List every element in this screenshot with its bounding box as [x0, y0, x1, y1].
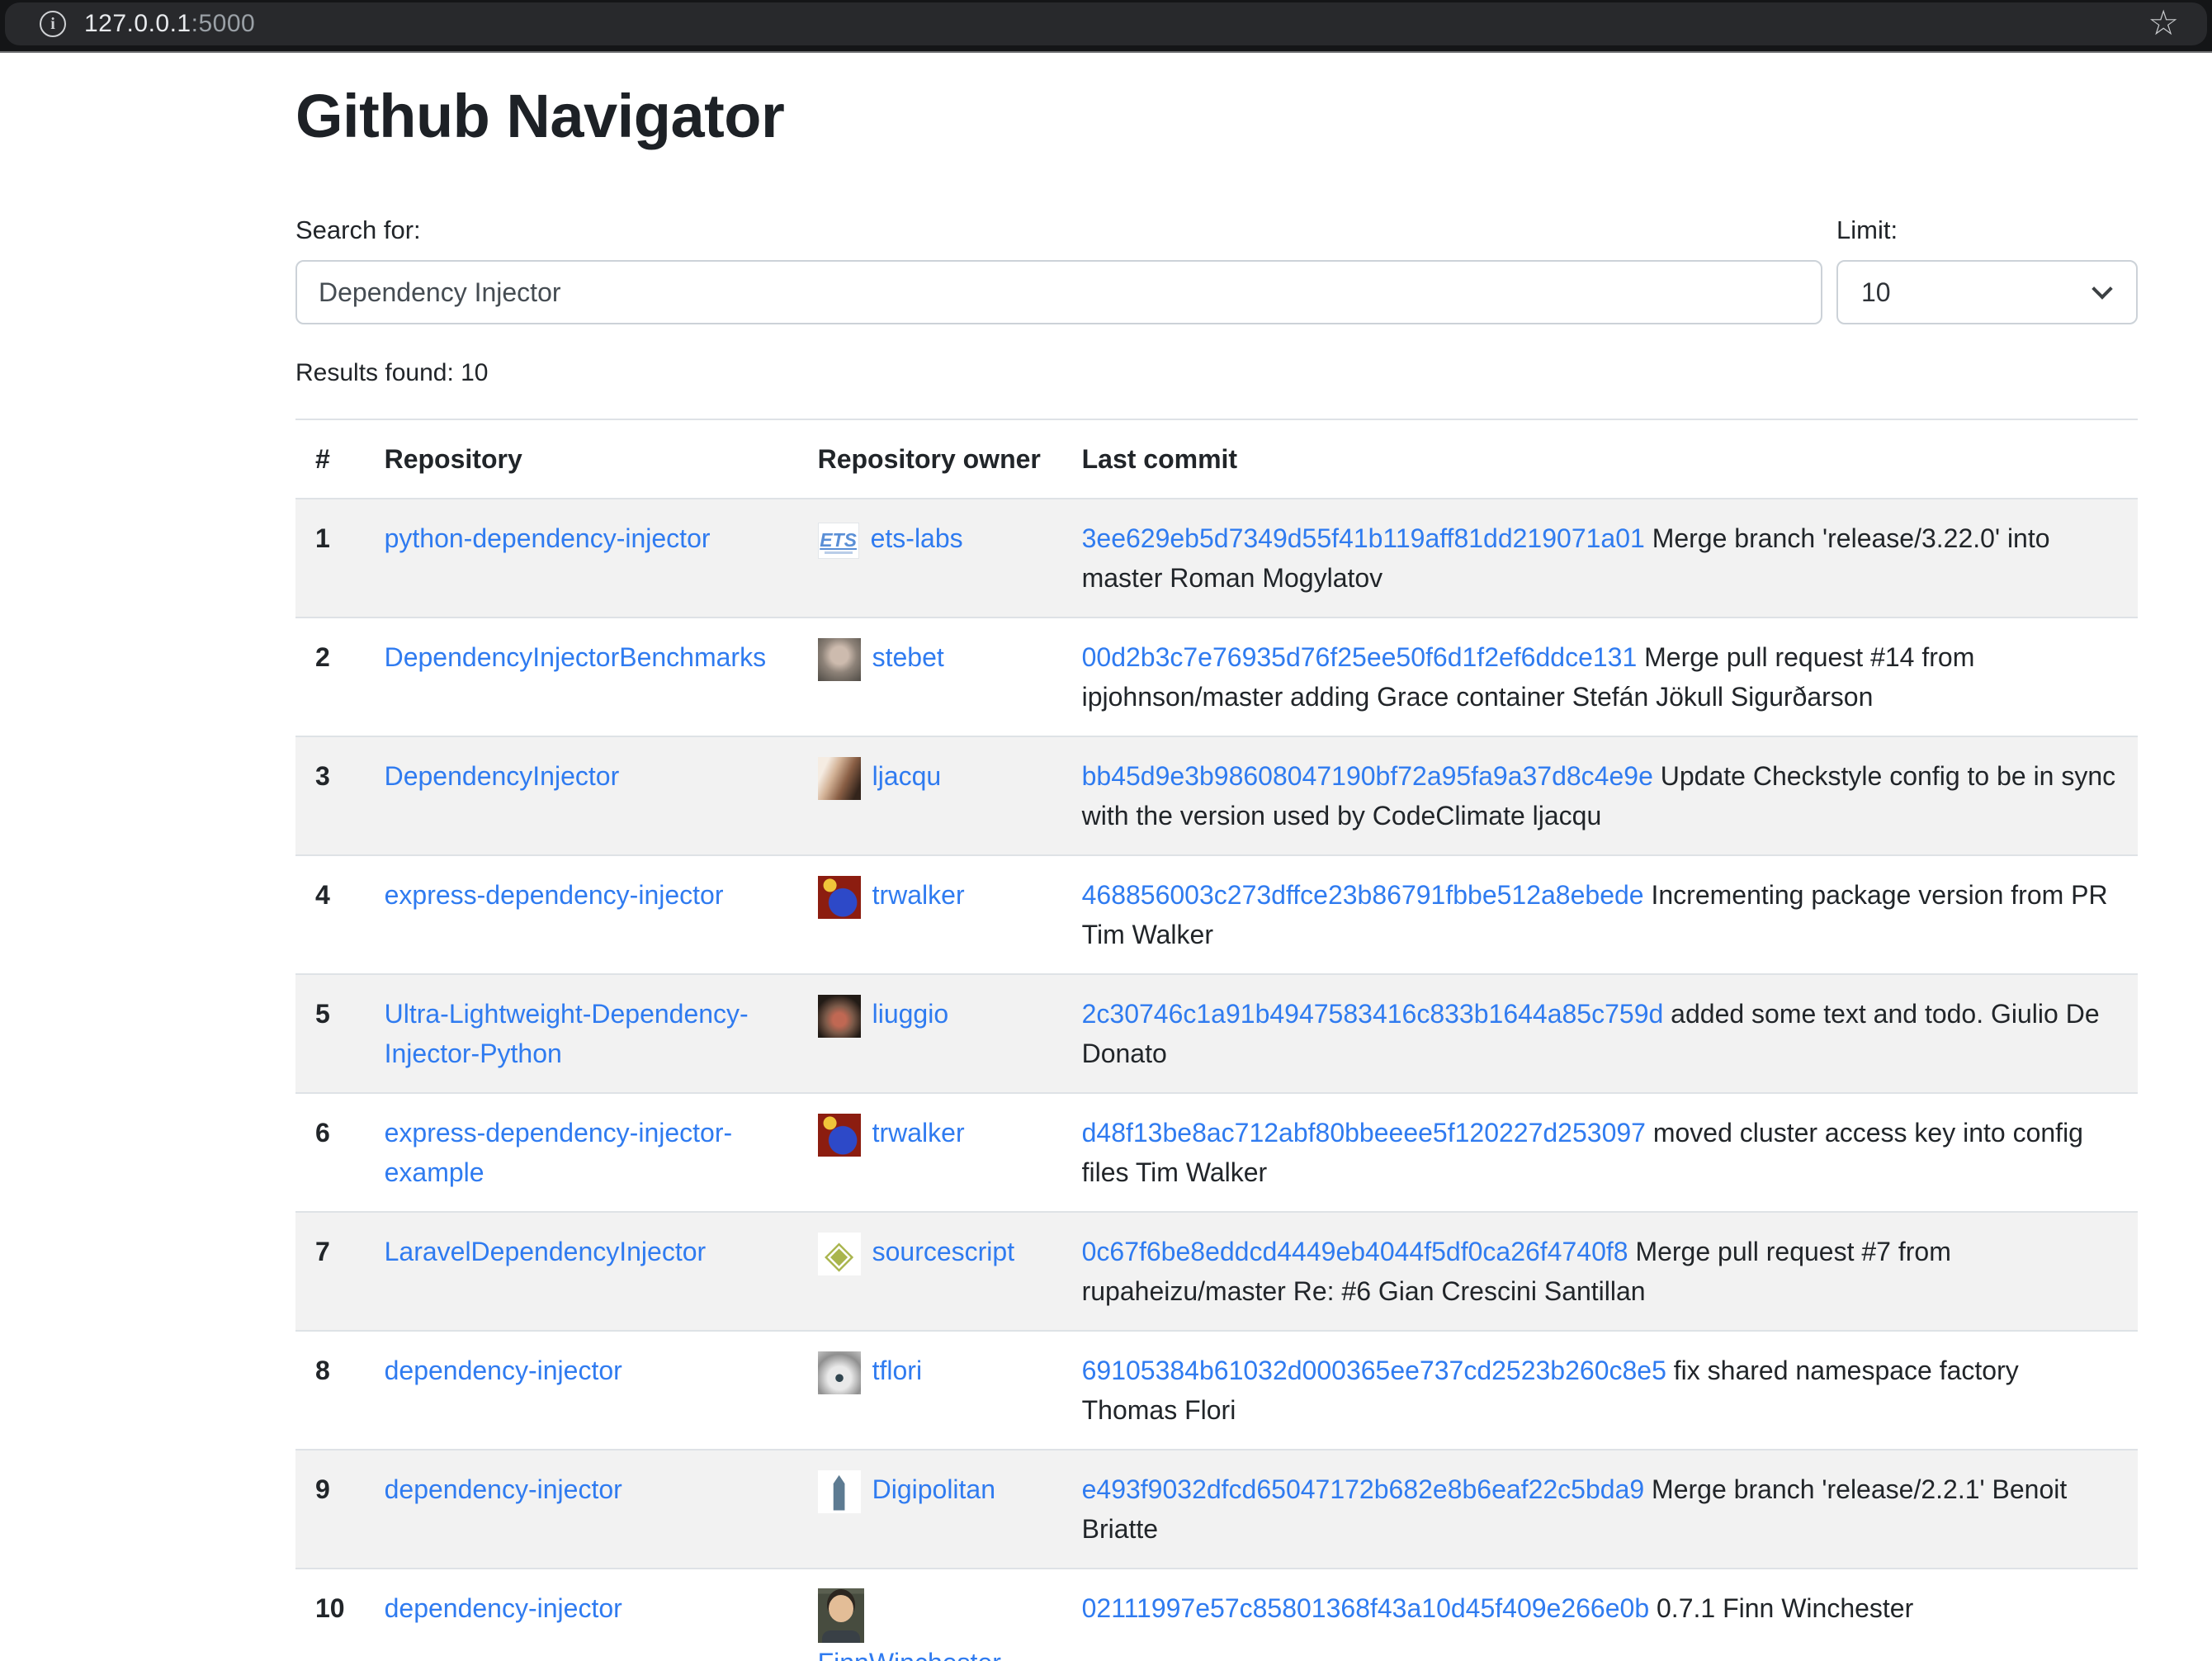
row-number: 10	[295, 1569, 365, 1661]
page-container: Github Navigator Search for: Limit: 10 R…	[295, 81, 2138, 1661]
results-count: Results found: 10	[295, 359, 2138, 387]
bookmark-star-icon[interactable]: ☆	[2148, 6, 2179, 40]
url-text: 127.0.0.1:5000	[84, 10, 255, 38]
table-row: 7 LaravelDependencyInjector ◈ sourcescrip…	[295, 1212, 2138, 1331]
row-number: 7	[295, 1212, 365, 1331]
table-row: 4 express-dependency-injector trwalker 4…	[295, 855, 2138, 974]
repository-link[interactable]: LaravelDependencyInjector	[385, 1237, 707, 1266]
header-last-commit: Last commit	[1062, 419, 2138, 499]
owner-link[interactable]: liuggio	[872, 999, 949, 1029]
owner-avatar: ETS	[818, 523, 859, 559]
table-row: 2 DependencyInjectorBenchmarks stebet 00…	[295, 618, 2138, 736]
page-title: Github Navigator	[295, 81, 2138, 151]
owner-avatar-glyph	[830, 1475, 848, 1511]
owner-avatar	[818, 1114, 861, 1157]
row-number: 4	[295, 855, 365, 974]
owner-link[interactable]: Digipolitan	[872, 1474, 995, 1504]
repository-link[interactable]: express-dependency-injector-example	[385, 1118, 733, 1187]
repository-link[interactable]: python-dependency-injector	[385, 523, 711, 553]
row-number: 1	[295, 499, 365, 618]
search-input[interactable]	[295, 260, 1822, 324]
table-header-row: # Repository Repository owner Last commi…	[295, 419, 2138, 499]
header-number: #	[295, 419, 365, 499]
row-number: 8	[295, 1331, 365, 1450]
owner-avatar	[818, 1588, 864, 1643]
commit-hash-link[interactable]: 0c67f6be8eddcd4449eb4044f5df0ca26f4740f8	[1082, 1237, 1628, 1266]
owner-link[interactable]: trwalker	[872, 1118, 965, 1148]
repository-link[interactable]: Ultra-Lightweight-Dependency-Injector-Py…	[385, 999, 749, 1068]
commit-hash-link[interactable]: 69105384b61032d000365ee737cd2523b260c8e5	[1082, 1356, 1666, 1385]
owner-link[interactable]: tflori	[872, 1356, 922, 1385]
table-row: 5 Ultra-Lightweight-Dependency-Injector-…	[295, 974, 2138, 1093]
table-row: 9 dependency-injector Digipolitan e493f9…	[295, 1450, 2138, 1569]
commit-hash-link[interactable]: d48f13be8ac712abf80bbeeee5f120227d253097	[1082, 1118, 1646, 1148]
repository-link[interactable]: dependency-injector	[385, 1356, 622, 1385]
owner-avatar	[818, 1470, 861, 1513]
commit-hash-link[interactable]: 468856003c273dffce23b86791fbbe512a8ebede	[1082, 880, 1644, 910]
header-owner: Repository owner	[798, 419, 1062, 499]
browser-chrome: i 127.0.0.1:5000 ☆	[0, 0, 2212, 53]
commit-hash-link[interactable]: bb45d9e3b98608047190bf72a95fa9a37d8c4e9e	[1082, 761, 1653, 791]
table-row: 1 python-dependency-injector ETS ets-labs…	[295, 499, 2138, 618]
commit-hash-link[interactable]: 00d2b3c7e76935d76f25ee50f6d1f2ef6ddce131	[1082, 642, 1638, 672]
owner-link[interactable]: trwalker	[872, 880, 965, 910]
repository-link[interactable]: dependency-injector	[385, 1593, 622, 1623]
header-repository: Repository	[365, 419, 798, 499]
owner-avatar	[818, 757, 861, 800]
owner-link[interactable]: ets-labs	[871, 523, 963, 553]
row-number: 2	[295, 618, 365, 736]
row-number: 3	[295, 736, 365, 855]
table-row: 10 dependency-injector FinnWinchester 02…	[295, 1569, 2138, 1661]
results-body: 1 python-dependency-injector ETS ets-labs…	[295, 499, 2138, 1661]
commit-hash-link[interactable]: 2c30746c1a91b4947583416c833b1644a85c759d	[1082, 999, 1664, 1029]
limit-select[interactable]: 10	[1836, 260, 2138, 324]
repository-link[interactable]: DependencyInjector	[385, 761, 620, 791]
search-form: Search for: Limit: 10	[295, 215, 2138, 324]
owner-link[interactable]: sourcescript	[872, 1237, 1015, 1266]
commit-hash-link[interactable]: 3ee629eb5d7349d55f41b119aff81dd219071a01	[1082, 523, 1645, 553]
owner-avatar	[818, 995, 861, 1038]
results-table: # Repository Repository owner Last commi…	[295, 419, 2138, 1661]
owner-avatar: ◈	[818, 1233, 861, 1275]
owner-avatar	[818, 1351, 861, 1394]
commit-hash-link[interactable]: 02111997e57c85801368f43a10d45f409e266e0b	[1082, 1593, 1650, 1623]
owner-link[interactable]: ljacqu	[872, 761, 942, 791]
address-bar[interactable]: i 127.0.0.1:5000 ☆	[5, 2, 2207, 45]
commit-message: 0.7.1 Finn Winchester	[1657, 1593, 1913, 1623]
site-info-icon[interactable]: i	[40, 11, 66, 37]
owner-avatar-glyph: ◈	[825, 1235, 853, 1273]
repository-link[interactable]: express-dependency-injector	[385, 880, 724, 910]
repository-link[interactable]: dependency-injector	[385, 1474, 622, 1504]
table-row: 3 DependencyInjector ljacqu bb45d9e3b986…	[295, 736, 2138, 855]
repository-link[interactable]: DependencyInjectorBenchmarks	[385, 642, 766, 672]
row-number: 5	[295, 974, 365, 1093]
url-port: :5000	[191, 10, 256, 37]
table-row: 8 dependency-injector tflori 69105384b61…	[295, 1331, 2138, 1450]
table-row: 6 express-dependency-injector-example tr…	[295, 1093, 2138, 1212]
url-host: 127.0.0.1	[84, 10, 191, 37]
row-number: 9	[295, 1450, 365, 1569]
row-number: 6	[295, 1093, 365, 1212]
limit-label: Limit:	[1836, 215, 2138, 245]
commit-hash-link[interactable]: e493f9032dfcd65047172b682e8b6eaf22c5bda9	[1082, 1474, 1645, 1504]
owner-avatar-glyph: ETS	[820, 531, 857, 550]
owner-avatar	[818, 876, 861, 919]
owner-avatar	[818, 638, 861, 681]
owner-link[interactable]: stebet	[872, 642, 944, 672]
owner-link[interactable]: FinnWinchester	[818, 1648, 1001, 1661]
search-label: Search for:	[295, 215, 1822, 245]
